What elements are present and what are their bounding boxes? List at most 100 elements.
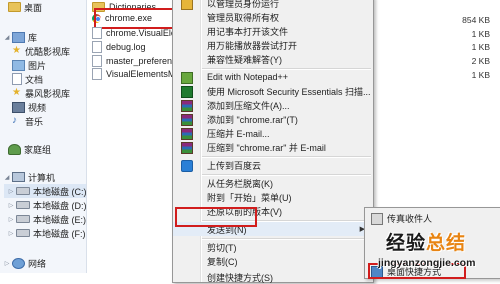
menu-label: 添加到压缩文件(A)... (207, 100, 290, 111)
watermark: 经验总结 jingyanzongjie.com (378, 228, 500, 273)
nav-item-computer[interactable]: ◢ 计算机 (0, 170, 55, 184)
nav-item-pictures[interactable]: 图片 (12, 58, 46, 72)
file-size: 854 KB (462, 15, 490, 25)
menu-label: 传真收件人 (387, 213, 433, 224)
winrar-icon (181, 100, 193, 112)
chevron-down-icon[interactable]: ◢ (4, 34, 10, 41)
drive-icon (16, 187, 30, 195)
navigation-pane: 桌面 ◢ 库 ★ 优酷影视库 图片 文档 ★ 暴风影视库 视频 ♪ 音乐 家庭组… (0, 0, 87, 273)
shield-icon (181, 0, 193, 10)
nav-item-desktop[interactable]: 桌面 (8, 0, 42, 14)
chevron-right-icon[interactable]: ▷ (8, 188, 14, 195)
nav-item-drive-c[interactable]: ▷ 本地磁盘 (C:) (4, 184, 87, 198)
send-to-highlight (175, 207, 257, 227)
menu-label: 压缩到 "chrome.rar" 并 E-mail (207, 142, 326, 153)
menu-label: 剪切(T) (207, 242, 237, 253)
menu-open-notepad[interactable]: 用记事本打开该文件 (173, 24, 373, 38)
menu-add-chrome-rar[interactable]: 添加到 "chrome.rar"(T) (173, 112, 373, 126)
menu-label: 用记事本打开该文件 (207, 26, 289, 37)
menu-label: Edit with Notepad++ (207, 72, 289, 82)
nav-label: 本地磁盘 (C:) (33, 186, 87, 197)
file-row-visualelementsmanifest[interactable]: VisualElementsManifest (92, 67, 182, 81)
menu-label: 管理员取得所有权 (207, 12, 280, 23)
nav-item-library[interactable]: ◢ 库 (0, 30, 37, 44)
menu-open-player[interactable]: 用万能播放器尝试打开 (173, 38, 373, 52)
file-icon (92, 41, 102, 53)
document-icon (12, 73, 22, 85)
menu-add-archive[interactable]: 添加到压缩文件(A)... (173, 98, 373, 112)
nav-label: 网络 (28, 258, 47, 269)
menu-pin-start[interactable]: 附到「开始」菜单(U) (173, 190, 373, 204)
file-size: 1 KB (471, 29, 490, 39)
nav-item-documents[interactable]: 文档 (12, 72, 43, 86)
nav-item-music[interactable]: ♪ 音乐 (12, 114, 43, 128)
menu-baidu-upload[interactable]: 上传到百度云 (173, 158, 373, 172)
library-icon (12, 31, 25, 43)
menu-label: 用万能播放器尝试打开 (207, 40, 298, 51)
watermark-url: jingyanzongjie.com (378, 257, 476, 269)
winrar-icon (181, 128, 193, 140)
watermark-logo: 经验总结 (386, 233, 467, 254)
file-row-visualelements[interactable]: chrome.VisualElements (92, 26, 182, 40)
chevron-right-icon[interactable]: ▷ (8, 230, 14, 237)
menu-copy[interactable]: 复制(C) (173, 254, 373, 268)
winrar-icon (181, 142, 193, 154)
nav-item-network[interactable]: ▷ 网络 (0, 256, 46, 270)
menu-cut[interactable]: 剪切(T) (173, 240, 373, 254)
nav-label: 本地磁盘 (E:) (33, 214, 86, 225)
nav-label: 计算机 (28, 172, 56, 183)
nav-item-baofeng[interactable]: ★ 暴风影视库 (12, 86, 70, 100)
menu-label: 兼容性疑难解答(Y) (207, 54, 282, 65)
drive-icon (16, 201, 30, 209)
nav-item-homegroup[interactable]: 家庭组 (8, 142, 51, 156)
menu-compatibility[interactable]: 兼容性疑难解答(Y) (173, 52, 373, 66)
nav-label: 文档 (25, 74, 44, 85)
menu-label: 以管理员身份运行 (207, 0, 280, 9)
file-name: debug.log (106, 42, 146, 52)
menu-label: 上传到百度云 (207, 160, 262, 171)
menu-create-shortcut[interactable]: 创建快捷方式(S) (173, 270, 373, 284)
menu-unpin-taskbar[interactable]: 从任务栏脱离(K) (173, 176, 373, 190)
nav-item-drive-e[interactable]: ▷ 本地磁盘 (E:) (4, 212, 86, 226)
file-size: 2 KB (471, 56, 490, 66)
file-icon (92, 55, 102, 67)
submenu-fax-recipient[interactable]: 传真收件人 (365, 211, 500, 225)
nav-label: 本地磁盘 (D:) (33, 200, 87, 211)
menu-run-as-admin[interactable]: 以管理员身份运行 (173, 0, 373, 10)
computer-icon (12, 172, 25, 182)
nav-label: 本地磁盘 (F:) (33, 228, 86, 239)
file-icon (92, 68, 102, 80)
menu-label: 从任务栏脱离(K) (207, 178, 273, 189)
menu-take-ownership[interactable]: 管理员取得所有权 (173, 10, 373, 24)
chevron-right-icon[interactable]: ▷ (8, 216, 14, 223)
nav-label: 视频 (28, 102, 47, 113)
nav-item-drive-d[interactable]: ▷ 本地磁盘 (D:) (4, 198, 87, 212)
chevron-down-icon[interactable]: ◢ (4, 174, 10, 181)
winrar-icon (181, 114, 193, 126)
chevron-right-icon[interactable]: ▷ (8, 202, 14, 209)
fax-icon (371, 213, 383, 225)
menu-zip-rar-email[interactable]: 压缩到 "chrome.rar" 并 E-mail (173, 140, 373, 154)
notepadpp-icon (181, 72, 193, 84)
file-name: VisualElementsManifest (106, 69, 182, 79)
menu-label: 创建快捷方式(S) (207, 272, 273, 283)
menu-label: 使用 Microsoft Security Essentials 扫描... (207, 86, 371, 97)
file-row-debug-log[interactable]: debug.log (92, 40, 182, 54)
star-icon: ★ (12, 87, 21, 98)
file-row-master-preferences[interactable]: master_preferences (92, 54, 182, 68)
menu-mse-scan[interactable]: 使用 Microsoft Security Essentials 扫描... (173, 84, 373, 98)
context-menu: 以管理员身份运行 管理员取得所有权 用记事本打开该文件 用万能播放器尝试打开 兼… (172, 0, 374, 283)
file-size: 1 KB (471, 70, 490, 80)
chevron-right-icon[interactable]: ▷ (4, 260, 10, 267)
nav-item-videos[interactable]: 视频 (12, 100, 46, 114)
menu-edit-notepadpp[interactable]: Edit with Notepad++ (173, 70, 373, 84)
desktop-icon (8, 2, 21, 12)
menu-zip-email[interactable]: 压缩并 E-mail... (173, 126, 373, 140)
nav-item-youku[interactable]: ★ 优酷影视库 (12, 44, 70, 58)
nav-label: 优酷影视库 (25, 46, 71, 57)
nav-item-drive-f[interactable]: ▷ 本地磁盘 (F:) (4, 226, 86, 240)
menu-label: 附到「开始」菜单(U) (207, 192, 292, 203)
menu-label: 压缩并 E-mail... (207, 128, 270, 139)
nav-label: 家庭组 (24, 144, 52, 155)
nav-label: 音乐 (25, 116, 44, 127)
